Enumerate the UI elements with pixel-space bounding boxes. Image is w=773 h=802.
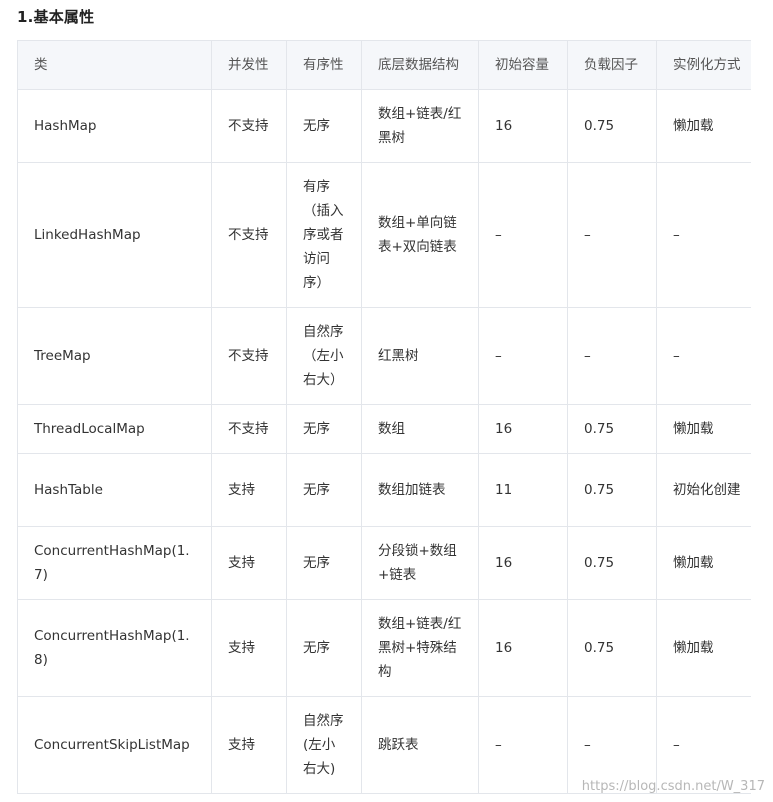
cell-ordering: 自然序（左小右大） — [286, 307, 362, 405]
cell-instantiation: 懒加载 — [656, 89, 751, 163]
cell-initial-capacity: – — [478, 307, 568, 405]
cell-concurrency: 支持 — [211, 696, 287, 794]
cell-ordering: 无序 — [286, 89, 362, 163]
cell-data-structure: 跳跃表 — [361, 696, 479, 794]
cell-initial-capacity: 16 — [478, 404, 568, 454]
cell-initial-capacity: – — [478, 162, 568, 308]
properties-table-container[interactable]: 类 并发性 有序性 底层数据结构 初始容量 负载因子 实例化方式 HashMap… — [17, 40, 751, 794]
cell-class: ConcurrentHashMap(1.7) — [17, 526, 212, 600]
cell-class: ConcurrentHashMap(1.8) — [17, 599, 212, 697]
cell-data-structure: 数组 — [361, 404, 479, 454]
cell-load-factor: – — [567, 307, 657, 405]
cell-load-factor: 0.75 — [567, 453, 657, 527]
cell-initial-capacity: 16 — [478, 526, 568, 600]
cell-data-structure: 分段锁+数组+链表 — [361, 526, 479, 600]
table-row: HashMap 不支持 无序 数组+链表/红黑树 16 0.75 懒加载 — [17, 89, 751, 163]
cell-class: LinkedHashMap — [17, 162, 212, 308]
header-initial-capacity: 初始容量 — [478, 40, 568, 90]
cell-initial-capacity: 16 — [478, 599, 568, 697]
cell-ordering: 自然序(左小右大) — [286, 696, 362, 794]
cell-ordering: 无序 — [286, 526, 362, 600]
page-title: 1.基本属性 — [17, 8, 95, 26]
cell-class: HashMap — [17, 89, 212, 163]
cell-initial-capacity: 16 — [478, 89, 568, 163]
cell-concurrency: 不支持 — [211, 162, 287, 308]
cell-initial-capacity: – — [478, 696, 568, 794]
cell-instantiation: – — [656, 307, 751, 405]
table-header-row: 类 并发性 有序性 底层数据结构 初始容量 负载因子 实例化方式 — [17, 40, 751, 90]
watermark: https://blog.csdn.net/W_317 — [581, 779, 765, 794]
cell-data-structure: 数组加链表 — [361, 453, 479, 527]
table-row: TreeMap 不支持 自然序（左小右大） 红黑树 – – – — [17, 307, 751, 405]
cell-data-structure: 数组+链表/红黑树 — [361, 89, 479, 163]
properties-table: 类 并发性 有序性 底层数据结构 初始容量 负载因子 实例化方式 HashMap… — [17, 40, 751, 794]
cell-class: TreeMap — [17, 307, 212, 405]
header-ordering: 有序性 — [286, 40, 362, 90]
cell-data-structure: 红黑树 — [361, 307, 479, 405]
cell-concurrency: 支持 — [211, 526, 287, 600]
cell-load-factor: 0.75 — [567, 599, 657, 697]
cell-class: ThreadLocalMap — [17, 404, 212, 454]
header-data-structure: 底层数据结构 — [361, 40, 479, 90]
cell-load-factor: 0.75 — [567, 526, 657, 600]
cell-instantiation: 初始化创建 — [656, 453, 751, 527]
cell-instantiation: 懒加载 — [656, 526, 751, 600]
header-concurrency: 并发性 — [211, 40, 287, 90]
cell-load-factor: – — [567, 162, 657, 308]
cell-initial-capacity: 11 — [478, 453, 568, 527]
cell-instantiation: 懒加载 — [656, 599, 751, 697]
cell-class: HashTable — [17, 453, 212, 527]
cell-instantiation: 懒加载 — [656, 404, 751, 454]
table-row: HashTable 支持 无序 数组加链表 11 0.75 初始化创建 — [17, 453, 751, 527]
cell-concurrency: 支持 — [211, 453, 287, 527]
header-class: 类 — [17, 40, 212, 90]
cell-instantiation: – — [656, 162, 751, 308]
cell-concurrency: 不支持 — [211, 404, 287, 454]
cell-ordering: 无序 — [286, 599, 362, 697]
cell-class: ConcurrentSkipListMap — [17, 696, 212, 794]
cell-concurrency: 不支持 — [211, 307, 287, 405]
cell-concurrency: 不支持 — [211, 89, 287, 163]
header-instantiation: 实例化方式 — [656, 40, 751, 90]
cell-ordering: 无序 — [286, 453, 362, 527]
table-body: HashMap 不支持 无序 数组+链表/红黑树 16 0.75 懒加载 LinkedHash… — [17, 89, 751, 794]
cell-ordering: 有序（插入序或者访问序） — [286, 162, 362, 308]
table-row: ThreadLocalMap 不支持 无序 数组 16 0.75 懒加载 — [17, 404, 751, 454]
cell-data-structure: 数组+链表/红黑树+特殊结构 — [361, 599, 479, 697]
cell-ordering: 无序 — [286, 404, 362, 454]
cell-data-structure: 数组+单向链表+双向链表 — [361, 162, 479, 308]
table-row: ConcurrentHashMap(1.8) 支持 无序 数组+链表/红黑树+特殊结构… — [17, 599, 751, 697]
header-load-factor: 负载因子 — [567, 40, 657, 90]
cell-load-factor: 0.75 — [567, 404, 657, 454]
table-row: ConcurrentHashMap(1.7) 支持 无序 分段锁+数组+链表 16 0.7… — [17, 526, 751, 600]
table-row: LinkedHashMap 不支持 有序（插入序或者访问序） 数组+单向链表+双向链表… — [17, 162, 751, 308]
cell-concurrency: 支持 — [211, 599, 287, 697]
cell-load-factor: 0.75 — [567, 89, 657, 163]
